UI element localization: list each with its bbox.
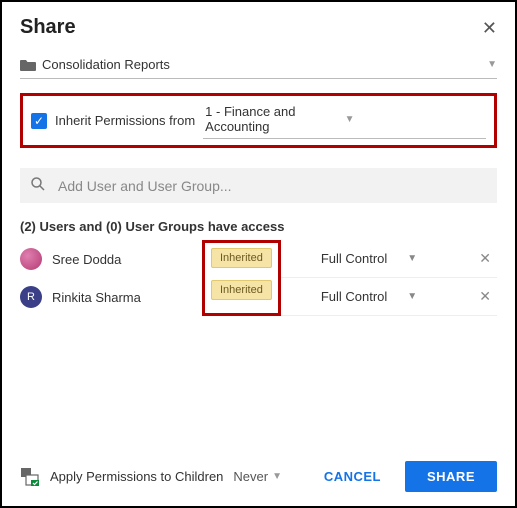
inherited-badges-highlight: Inherited Inherited [202,240,281,316]
add-user-search[interactable] [20,168,497,203]
remove-user-icon[interactable]: ✕ [473,288,497,305]
search-icon [30,176,46,195]
role-dropdown[interactable]: Full Control ▼ [321,289,463,304]
inherit-prefix: Inherit Permissions from [55,113,195,128]
apply-frequency-value: Never [233,469,268,484]
user-row-right: Full Control ▼ ✕ [281,240,497,278]
inherit-source-dropdown[interactable]: 1 - Finance and Accounting ▼ [203,102,486,139]
apply-to-children-label: Apply Permissions to Children [50,469,223,484]
share-button[interactable]: SHARE [405,461,497,492]
folder-selector[interactable]: Consolidation Reports ▼ [20,53,497,79]
chevron-down-icon: ▼ [345,114,484,125]
dialog-title: Share [20,16,76,39]
inherit-checkbox[interactable]: ✓ [31,113,47,129]
dialog-footer: Apply Permissions to Children Never ▼ CA… [20,453,497,492]
cancel-button[interactable]: CANCEL [310,461,395,492]
chevron-down-icon: ▼ [407,291,417,302]
inherit-highlight: ✓ Inherit Permissions from 1 - Finance a… [20,93,497,148]
folder-name: Consolidation Reports [42,57,481,72]
apply-frequency-dropdown[interactable]: Never ▼ [233,469,282,484]
chevron-down-icon: ▼ [407,253,417,264]
role-value: Full Control [321,289,387,304]
inherit-row: ✓ Inherit Permissions from 1 - Finance a… [31,102,486,139]
share-dialog: Share ✕ Consolidation Reports ▼ ✓ Inheri… [0,0,517,508]
avatar [20,248,42,270]
role-value: Full Control [321,251,387,266]
avatar: R [20,286,42,308]
remove-user-icon[interactable]: ✕ [473,250,497,267]
chevron-down-icon: ▼ [272,471,282,482]
inherited-badge: Inherited [211,248,272,268]
access-summary: (2) Users and (0) User Groups have acces… [20,219,497,234]
folder-icon [20,58,36,72]
users-list: Sree Dodda R Rinkita Sharma Inherited In… [20,240,497,316]
inherited-badge: Inherited [211,280,272,300]
add-user-input[interactable] [56,177,487,195]
user-row-right: Full Control ▼ ✕ [281,278,497,316]
dialog-header: Share ✕ [20,16,497,39]
user-name: Sree Dodda [52,252,121,267]
close-icon[interactable]: ✕ [482,19,497,37]
inherit-source-value: 1 - Finance and Accounting [205,104,344,134]
apply-to-children-icon [20,467,40,487]
chevron-down-icon: ▼ [487,59,497,70]
user-row-left: Sree Dodda [20,240,202,278]
user-row-left: R Rinkita Sharma [20,278,202,316]
role-dropdown[interactable]: Full Control ▼ [321,251,463,266]
user-name: Rinkita Sharma [52,290,141,305]
